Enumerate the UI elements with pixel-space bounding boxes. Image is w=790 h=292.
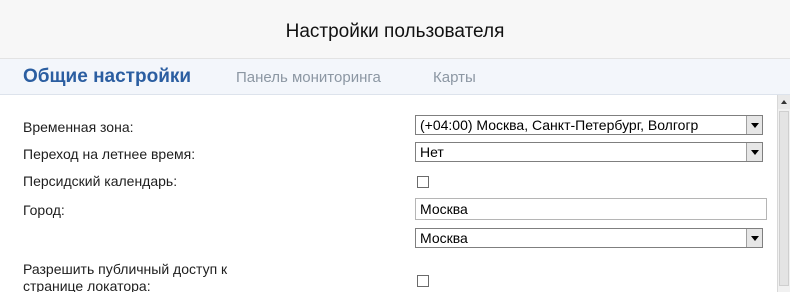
timezone-select[interactable]: (+04:00) Москва, Санкт-Петербург, Волгог… (415, 115, 763, 135)
tab-bar: Общие настройки Панель мониторинга Карты (0, 59, 790, 95)
persian-calendar-checkbox[interactable] (417, 176, 429, 188)
public-access-label-line1: Разрешить публичный доступ к (23, 261, 228, 277)
public-access-checkbox[interactable] (417, 275, 429, 287)
tab-maps[interactable]: Карты (433, 69, 476, 86)
city-select[interactable]: Москва (415, 228, 763, 248)
timezone-select-value: (+04:00) Москва, Санкт-Петербург, Волгог… (420, 117, 699, 133)
page-title: Настройки пользователя (285, 21, 505, 42)
scroll-up-icon[interactable] (778, 95, 790, 109)
city-select-value: Москва (420, 230, 468, 246)
chevron-down-icon[interactable] (746, 116, 762, 134)
city-input[interactable]: Москва (415, 198, 767, 220)
dst-select-value: Нет (420, 144, 444, 160)
public-access-label-line2: странице локатора: (23, 278, 151, 292)
dst-label: Переход на летнее время: (23, 146, 196, 162)
dst-select[interactable]: Нет (415, 142, 763, 162)
tab-general-settings[interactable]: Общие настройки (23, 66, 191, 88)
persian-calendar-label: Персидский календарь: (23, 173, 178, 189)
city-label: Город: (23, 202, 65, 218)
timezone-label: Временная зона: (23, 119, 134, 135)
scrollbar-thumb[interactable] (779, 111, 789, 286)
settings-form: Временная зона: (+04:00) Москва, Санкт-П… (0, 95, 775, 292)
vertical-scrollbar[interactable] (777, 95, 790, 292)
chevron-down-icon[interactable] (746, 229, 762, 247)
dialog-header: Настройки пользователя (0, 0, 790, 59)
chevron-down-icon[interactable] (746, 143, 762, 161)
tab-monitoring-panel[interactable]: Панель мониторинга (236, 69, 381, 86)
